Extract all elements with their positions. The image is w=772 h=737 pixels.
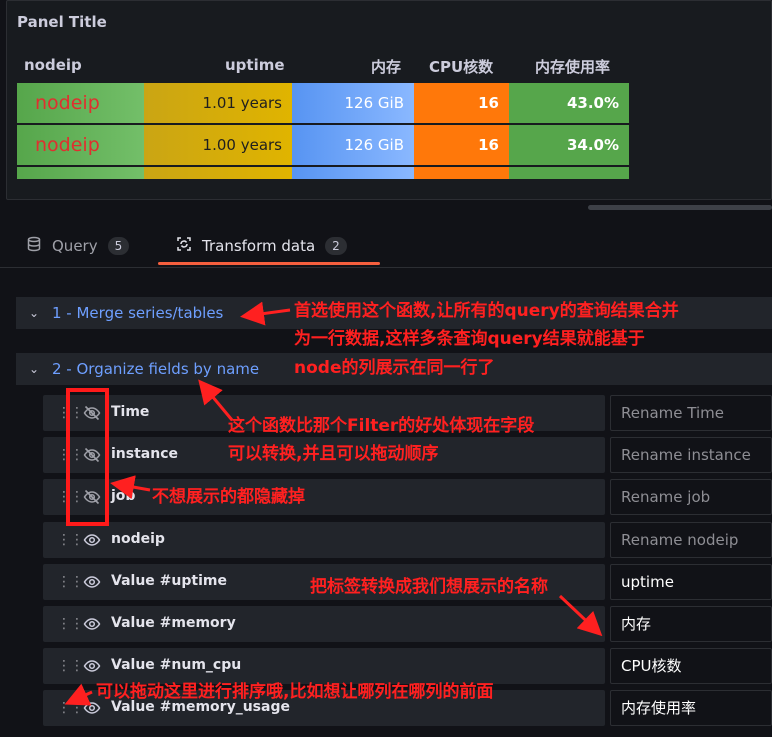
annotation-merge-2: 为一行数据,这样多条查询query结果就能基于 bbox=[294, 329, 645, 349]
organize-field-row[interactable]: ⋮⋮ Value #memory bbox=[43, 606, 605, 642]
annotation-organize-2: 可以转换,并且可以拖动顺序 bbox=[228, 444, 439, 464]
annotation-rename: 把标签转换成我们想展示的名称 bbox=[310, 577, 548, 597]
editor-tabs: Query 5 Transform data 2 bbox=[0, 228, 772, 268]
tab-query[interactable]: Query 5 bbox=[26, 228, 130, 264]
rename-field-input[interactable]: CPU核数 bbox=[610, 648, 772, 684]
cell-uptime: 1.01 years bbox=[144, 83, 292, 123]
field-name: job bbox=[111, 488, 136, 504]
drag-handle-icon[interactable]: ⋮⋮ bbox=[57, 658, 84, 674]
cell-uptime: 1.00 years bbox=[144, 125, 292, 165]
horizontal-scrollbar[interactable] bbox=[588, 205, 772, 210]
field-name: Value #num_cpu bbox=[111, 657, 242, 673]
organize-field-row[interactable]: ⋮⋮ job bbox=[43, 479, 605, 515]
chevron-down-icon[interactable]: ⌄ bbox=[16, 362, 52, 376]
annotation-merge-1: 首选使用这个函数,让所有的query的查询结果合并 bbox=[294, 301, 679, 321]
col-header-uptime[interactable]: uptime bbox=[225, 56, 285, 74]
eye-icon[interactable] bbox=[83, 531, 101, 549]
transform-icon bbox=[176, 236, 192, 256]
chevron-down-icon[interactable]: ⌄ bbox=[16, 306, 52, 320]
cell-cpu: 16 bbox=[414, 125, 509, 165]
col-header-usage[interactable]: 内存使用率 bbox=[535, 56, 610, 77]
eye-icon[interactable] bbox=[83, 615, 101, 633]
tab-transform-count: 2 bbox=[325, 237, 347, 255]
cell-memory: 126 GiB bbox=[292, 83, 414, 123]
rename-field-input[interactable]: Rename job bbox=[610, 479, 772, 515]
rename-field-input[interactable]: 内存 bbox=[610, 606, 772, 642]
database-icon bbox=[26, 236, 42, 256]
drag-handle-icon[interactable]: ⋮⋮ bbox=[57, 574, 84, 590]
annotation-hide: 不想展示的都隐藏掉 bbox=[152, 487, 305, 507]
cell-partial bbox=[509, 167, 629, 179]
table-row-partial bbox=[17, 167, 629, 179]
cell-nodeip: nodeip bbox=[17, 125, 144, 165]
rename-field-input[interactable]: Rename nodeip bbox=[610, 522, 772, 558]
col-header-nodeip[interactable]: nodeip bbox=[24, 56, 82, 74]
col-header-memory[interactable]: 内存 bbox=[371, 56, 401, 77]
cell-partial bbox=[292, 167, 414, 179]
tabs-divider bbox=[0, 267, 772, 268]
annotation-organize-1: 这个函数比那个Filter的好处体现在字段 bbox=[228, 416, 535, 436]
panel-title[interactable]: Panel Title bbox=[17, 13, 107, 31]
annotation-highlight-box bbox=[66, 388, 109, 526]
cell-partial bbox=[17, 167, 144, 179]
transformation-organize-title: 2 - Organize fields by name bbox=[52, 360, 260, 378]
organize-field-row[interactable]: ⋮⋮ nodeip bbox=[43, 522, 605, 558]
organize-field-row[interactable]: ⋮⋮ Value #num_cpu bbox=[43, 648, 605, 684]
active-tab-indicator bbox=[158, 262, 380, 265]
annotation-drag: 可以拖动这里进行排序哦,比如想让哪列在哪列的前面 bbox=[96, 682, 494, 702]
field-name: Value #uptime bbox=[111, 573, 227, 589]
rename-field-input[interactable]: Rename instance bbox=[610, 437, 772, 473]
eye-icon[interactable] bbox=[83, 657, 101, 675]
cell-usage: 34.0% bbox=[509, 125, 629, 165]
field-name: instance bbox=[111, 446, 178, 462]
cell-usage: 43.0% bbox=[509, 83, 629, 123]
tab-transform[interactable]: Transform data 2 bbox=[176, 228, 347, 264]
annotation-merge-3: node的列展示在同一行了 bbox=[294, 358, 495, 378]
field-name: Time bbox=[111, 404, 150, 420]
cell-partial bbox=[414, 167, 509, 179]
tab-transform-label: Transform data bbox=[202, 237, 316, 255]
cell-cpu: 16 bbox=[414, 83, 509, 123]
transformation-merge-title: 1 - Merge series/tables bbox=[52, 304, 224, 322]
drag-handle-icon[interactable]: ⋮⋮ bbox=[57, 532, 84, 548]
tab-query-label: Query bbox=[52, 237, 98, 255]
field-name: Value #memory bbox=[111, 615, 236, 631]
rename-field-input[interactable]: uptime bbox=[610, 564, 772, 600]
rename-field-input[interactable]: Rename Time bbox=[610, 395, 772, 431]
tab-query-count: 5 bbox=[107, 237, 130, 255]
cell-partial bbox=[144, 167, 292, 179]
eye-icon[interactable] bbox=[83, 573, 101, 591]
table-panel: Panel Title nodeip uptime 内存 CPU核数 内存使用率… bbox=[6, 0, 772, 200]
rename-field-input[interactable]: 内存使用率 bbox=[610, 690, 772, 726]
field-name: nodeip bbox=[111, 531, 165, 547]
drag-handle-icon[interactable]: ⋮⋮ bbox=[57, 700, 84, 716]
cell-memory: 126 GiB bbox=[292, 125, 414, 165]
col-header-cpu[interactable]: CPU核数 bbox=[429, 56, 493, 77]
drag-handle-icon[interactable]: ⋮⋮ bbox=[57, 616, 84, 632]
cell-nodeip: nodeip bbox=[17, 83, 144, 123]
